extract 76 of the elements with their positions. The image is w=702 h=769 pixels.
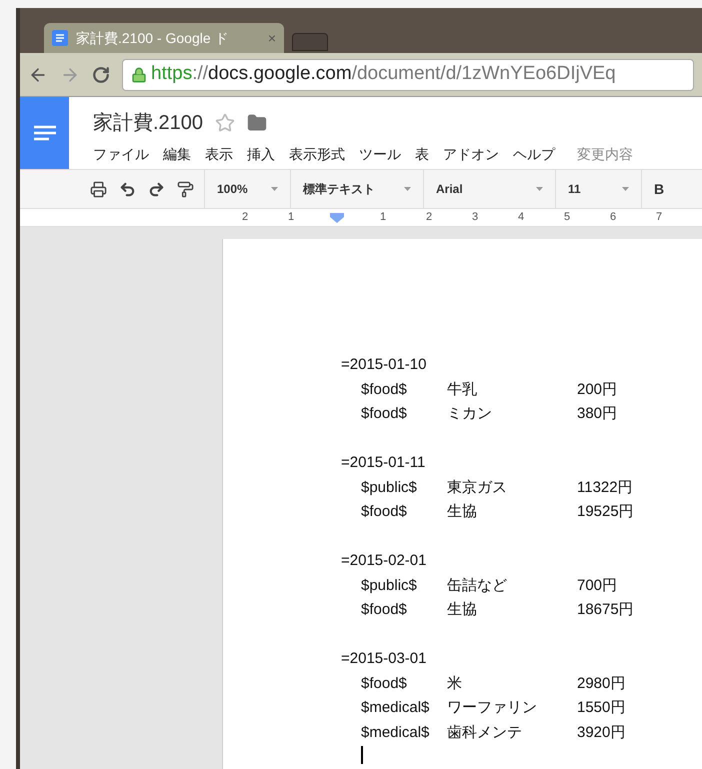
ruler-number: 6	[608, 210, 618, 226]
item-name: ミカン	[447, 404, 493, 424]
docs-logo[interactable]	[20, 97, 69, 169]
item-name: 生協	[447, 600, 478, 620]
date-line: =2015-03-01	[341, 649, 428, 669]
amount: 3920円	[577, 722, 626, 742]
amount: 2980円	[577, 674, 626, 694]
ruler-number: 3	[470, 210, 480, 226]
menu-item[interactable]: ヘルプ	[513, 144, 555, 165]
category-tag: $food$	[361, 402, 447, 426]
caret-icon	[536, 187, 543, 191]
item-name: ワーファリン	[447, 698, 538, 718]
date-line: =2015-01-10	[341, 355, 428, 375]
ruler-number: 7	[654, 210, 664, 226]
amount: 1550円	[577, 698, 626, 718]
tab-title: 家計費.2100 - Google ド	[76, 28, 229, 48]
font-size-select[interactable]: 11	[556, 170, 642, 208]
category-tag: $food$	[361, 500, 447, 524]
category-tag: $public$	[361, 574, 447, 598]
category-tag: $medical$	[361, 696, 447, 720]
paint-format-icon[interactable]	[177, 180, 194, 198]
category-tag: $public$	[361, 476, 447, 500]
address-field[interactable]: https://docs.google.com/document/d/1zWnYEo6DIjVEq	[122, 58, 694, 90]
last-edit-link[interactable]: 変更内容	[577, 144, 633, 165]
menu-lines-icon	[34, 125, 56, 141]
date-line: =2015-01-11	[341, 453, 426, 473]
ruler-number: 1	[286, 210, 296, 226]
indent-marker-icon[interactable]	[330, 212, 344, 222]
category-tag: $medical$	[361, 720, 447, 745]
redo-icon[interactable]	[148, 180, 165, 198]
date-line: =2015-02-01	[341, 551, 428, 571]
amount: 380円	[577, 404, 618, 424]
category-tag: $food$	[361, 598, 447, 622]
menu-item[interactable]: アドオン	[443, 144, 499, 165]
document-icon	[52, 30, 68, 46]
caret-icon	[271, 187, 278, 191]
amount: 200円	[577, 380, 618, 400]
category-tag: $food$	[361, 378, 447, 402]
reload-icon[interactable]	[92, 66, 110, 84]
amount: 11322円	[577, 478, 633, 498]
ruler-number: 1	[378, 210, 388, 226]
item-name: 缶詰など	[447, 576, 508, 596]
menu-item[interactable]: 表	[415, 144, 429, 165]
item-name: 牛乳	[447, 380, 478, 400]
font-select[interactable]: Arial	[424, 170, 556, 208]
print-icon[interactable]	[90, 180, 107, 198]
item-name: 歯科メンテ	[447, 722, 523, 742]
zoom-select[interactable]: 100%	[205, 170, 291, 208]
menu-item[interactable]: 表示形式	[289, 144, 345, 165]
menu-item[interactable]: 編集	[163, 144, 191, 165]
ruler-number: 2	[424, 210, 434, 226]
amount: 18675円	[577, 600, 634, 620]
folder-icon[interactable]	[247, 113, 268, 133]
item-name: 東京ガス	[447, 478, 508, 498]
document-title[interactable]: 家計費.2100	[93, 108, 204, 138]
ruler-number: 4	[516, 210, 526, 226]
item-name: 生協	[447, 502, 478, 522]
category-tag: $food$	[361, 672, 447, 696]
caret-icon	[404, 187, 411, 191]
star-icon[interactable]	[215, 113, 236, 133]
menu-item[interactable]: ツール	[359, 144, 401, 165]
menu-item[interactable]: ファイル	[93, 144, 149, 165]
item-name: 米	[447, 674, 463, 694]
caret-icon	[622, 187, 629, 191]
amount: 700円	[577, 576, 618, 596]
style-select[interactable]: 標準テキスト	[291, 170, 424, 208]
undo-icon[interactable]	[119, 180, 136, 198]
bold-button[interactable]: B	[642, 178, 676, 200]
ruler-number: 5	[562, 210, 572, 226]
lock-icon	[131, 66, 147, 82]
menu-item[interactable]: 挿入	[247, 144, 275, 165]
amount: 19525円	[577, 502, 634, 522]
ruler-number: 2	[240, 210, 250, 226]
url-text: https://docs.google.com/document/d/1zWnYEo6DIjVEq	[151, 62, 616, 86]
text-cursor	[361, 746, 363, 764]
menu-item[interactable]: 表示	[205, 144, 233, 165]
